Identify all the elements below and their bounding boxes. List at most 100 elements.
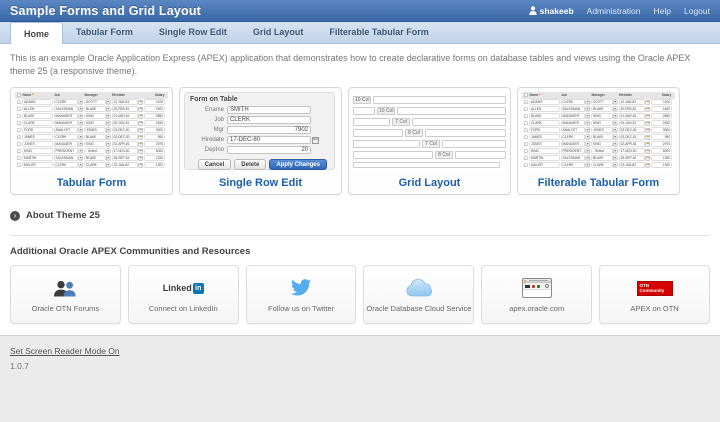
tabular-form-link[interactable]: Tabular Form bbox=[15, 177, 168, 189]
checkbox-icon bbox=[524, 93, 528, 97]
tab-bar: HomeTabular FormSingle Row EditGrid Layo… bbox=[0, 22, 720, 44]
select-arrow-icon: ▾ bbox=[586, 149, 591, 154]
resource-card-label: Follow us on Twitter bbox=[268, 304, 334, 313]
select-arrow-icon: ▾ bbox=[106, 135, 111, 140]
twitter-bird-icon bbox=[290, 276, 312, 300]
tab-filterable-tabular-form[interactable]: Filterable Tabular Form bbox=[316, 22, 441, 43]
otn-community-icon: OTN Community bbox=[637, 276, 673, 300]
select-arrow-icon: ▾ bbox=[106, 149, 111, 154]
calendar-icon bbox=[139, 107, 144, 112]
select-arrow-icon: ▾ bbox=[586, 121, 591, 126]
card-tabular-form[interactable]: NameJobManagerHiredateSalaryADAMSCLERK▾S… bbox=[10, 87, 173, 195]
single-row-edit-thumbnail: Form on Table EnameSMITHJobCLERKMgr7902H… bbox=[184, 92, 337, 172]
screen-reader-mode-link[interactable]: Set Screen Reader Mode On bbox=[10, 346, 120, 356]
checkbox-icon bbox=[17, 107, 21, 111]
select-arrow-icon: ▾ bbox=[106, 142, 111, 147]
about-theme-25-toggle[interactable]: › About Theme 25 bbox=[10, 210, 710, 221]
select-arrow-icon: ▾ bbox=[106, 163, 111, 168]
checkbox-icon bbox=[524, 135, 528, 139]
resource-card-twitter[interactable]: Follow us on Twitter bbox=[246, 265, 357, 324]
calendar-icon bbox=[646, 135, 651, 140]
resource-card-label: Oracle Database Cloud Service bbox=[366, 304, 471, 313]
form-fields: EnameSMITHJobCLERKMgr7902Hiredate17-DEC-… bbox=[190, 105, 329, 155]
resource-card-label: Oracle OTN Forums bbox=[32, 304, 100, 313]
app-version: 1.0.7 bbox=[10, 361, 710, 371]
select-arrow-icon: ▾ bbox=[613, 149, 618, 154]
resource-card-apex-oracle-com[interactable]: apex.oracle.com bbox=[481, 265, 592, 324]
card-filterable-tabular-form[interactable]: NameJobManagerHiredateSalaryADAMSCLERK▾S… bbox=[517, 87, 680, 195]
select-arrow-icon: ▾ bbox=[106, 128, 111, 133]
emp-row: MILLERCLERK▾CLARK▾23-JAN-821300 bbox=[15, 162, 168, 169]
card-grid-layout[interactable]: 10 Col10 Col7 Col8 Col7 Col8 Col Grid La… bbox=[348, 87, 511, 195]
calendar-icon bbox=[646, 163, 651, 168]
grid-row: 10 Col bbox=[353, 94, 506, 105]
calendar-icon bbox=[139, 121, 144, 126]
checkbox-icon bbox=[17, 128, 21, 132]
select-arrow-icon: ▾ bbox=[586, 107, 591, 112]
checkbox-icon bbox=[17, 121, 21, 125]
section-divider bbox=[10, 235, 710, 236]
checkbox-icon bbox=[17, 163, 21, 167]
calendar-icon bbox=[139, 163, 144, 168]
app-title: Sample Forms and Grid Layout bbox=[10, 4, 201, 18]
select-arrow-icon: ▾ bbox=[106, 100, 111, 105]
calendar-icon bbox=[646, 114, 651, 119]
single-row-edit-link[interactable]: Single Row Edit bbox=[184, 177, 337, 189]
intro-text: This is an example Oracle Application Ex… bbox=[10, 52, 714, 78]
select-arrow-icon: ▾ bbox=[613, 121, 618, 126]
select-arrow-icon: ▾ bbox=[79, 135, 84, 140]
grid-row: 8 Col bbox=[353, 149, 506, 160]
form-field-ename: EnameSMITH bbox=[190, 105, 329, 115]
logout-link[interactable]: Logout bbox=[684, 6, 710, 16]
tab-home[interactable]: Home bbox=[10, 22, 63, 44]
checkbox-icon bbox=[17, 156, 21, 160]
tab-grid-layout[interactable]: Grid Layout bbox=[240, 22, 317, 43]
select-arrow-icon: ▾ bbox=[613, 163, 618, 168]
select-arrow-icon: ▾ bbox=[613, 128, 618, 133]
resource-card-linkedin[interactable]: Linked in Connect on LinkedIn bbox=[128, 265, 239, 324]
select-arrow-icon: ▾ bbox=[106, 114, 111, 119]
browser-window-icon bbox=[522, 276, 552, 300]
tab-single-row-edit[interactable]: Single Row Edit bbox=[146, 22, 240, 43]
resource-card-oracle-otn-forums[interactable]: Oracle OTN Forums bbox=[10, 265, 121, 324]
tabular-form-thumbnail: NameJobManagerHiredateSalaryADAMSCLERK▾S… bbox=[15, 92, 168, 172]
checkbox-icon bbox=[17, 142, 21, 146]
tab-tabular-form[interactable]: Tabular Form bbox=[63, 22, 146, 43]
resource-card-cloud-service[interactable]: Oracle Database Cloud Service bbox=[363, 265, 474, 324]
administration-link[interactable]: Administration bbox=[587, 6, 641, 16]
form-region-title: Form on Table bbox=[190, 96, 329, 103]
select-arrow-icon: ▾ bbox=[79, 107, 84, 112]
cloud-icon bbox=[404, 276, 434, 300]
calendar-icon bbox=[139, 142, 144, 147]
checkbox-icon bbox=[524, 142, 528, 146]
forums-people-icon bbox=[52, 276, 78, 300]
checkbox-icon bbox=[17, 149, 21, 153]
filterable-tabular-form-thumbnail: NameJobManagerHiredateSalaryADAMSCLERK▾S… bbox=[522, 92, 675, 172]
form-on-table-region: Form on Table EnameSMITHJobCLERKMgr7902H… bbox=[184, 92, 335, 170]
checkbox-icon bbox=[17, 100, 21, 104]
checkbox-icon bbox=[17, 93, 21, 97]
select-arrow-icon: ▾ bbox=[586, 142, 591, 147]
select-arrow-icon: ▾ bbox=[613, 114, 618, 119]
expand-icon: › bbox=[10, 211, 20, 221]
resource-card-label: Connect on LinkedIn bbox=[149, 304, 218, 313]
select-arrow-icon: ▾ bbox=[586, 100, 591, 105]
card-single-row-edit[interactable]: Form on Table EnameSMITHJobCLERKMgr7902H… bbox=[179, 87, 342, 195]
help-link[interactable]: Help bbox=[654, 6, 671, 16]
checkbox-icon bbox=[17, 135, 21, 139]
form-field-mgr: Mgr7902 bbox=[190, 125, 329, 135]
form-field-job: JobCLERK bbox=[190, 115, 329, 125]
filterable-tabular-form-link[interactable]: Filterable Tabular Form bbox=[522, 177, 675, 189]
calendar-icon bbox=[646, 121, 651, 126]
apply-changes-button-thumb: Apply Changes bbox=[269, 159, 327, 170]
select-arrow-icon: ▾ bbox=[106, 107, 111, 112]
form-buttons: CancelDeleteApply Changes bbox=[190, 159, 329, 170]
calendar-icon bbox=[312, 137, 319, 144]
user-icon bbox=[529, 6, 537, 15]
checkbox-icon bbox=[524, 121, 528, 125]
resource-card-apex-on-otn[interactable]: OTN Community APEX on OTN bbox=[599, 265, 710, 324]
header-links: shakeeb Administration Help Logout bbox=[529, 6, 710, 16]
user-menu: shakeeb bbox=[529, 6, 574, 16]
grid-layout-link[interactable]: Grid Layout bbox=[353, 177, 506, 189]
grid-bottom-input bbox=[353, 162, 500, 168]
